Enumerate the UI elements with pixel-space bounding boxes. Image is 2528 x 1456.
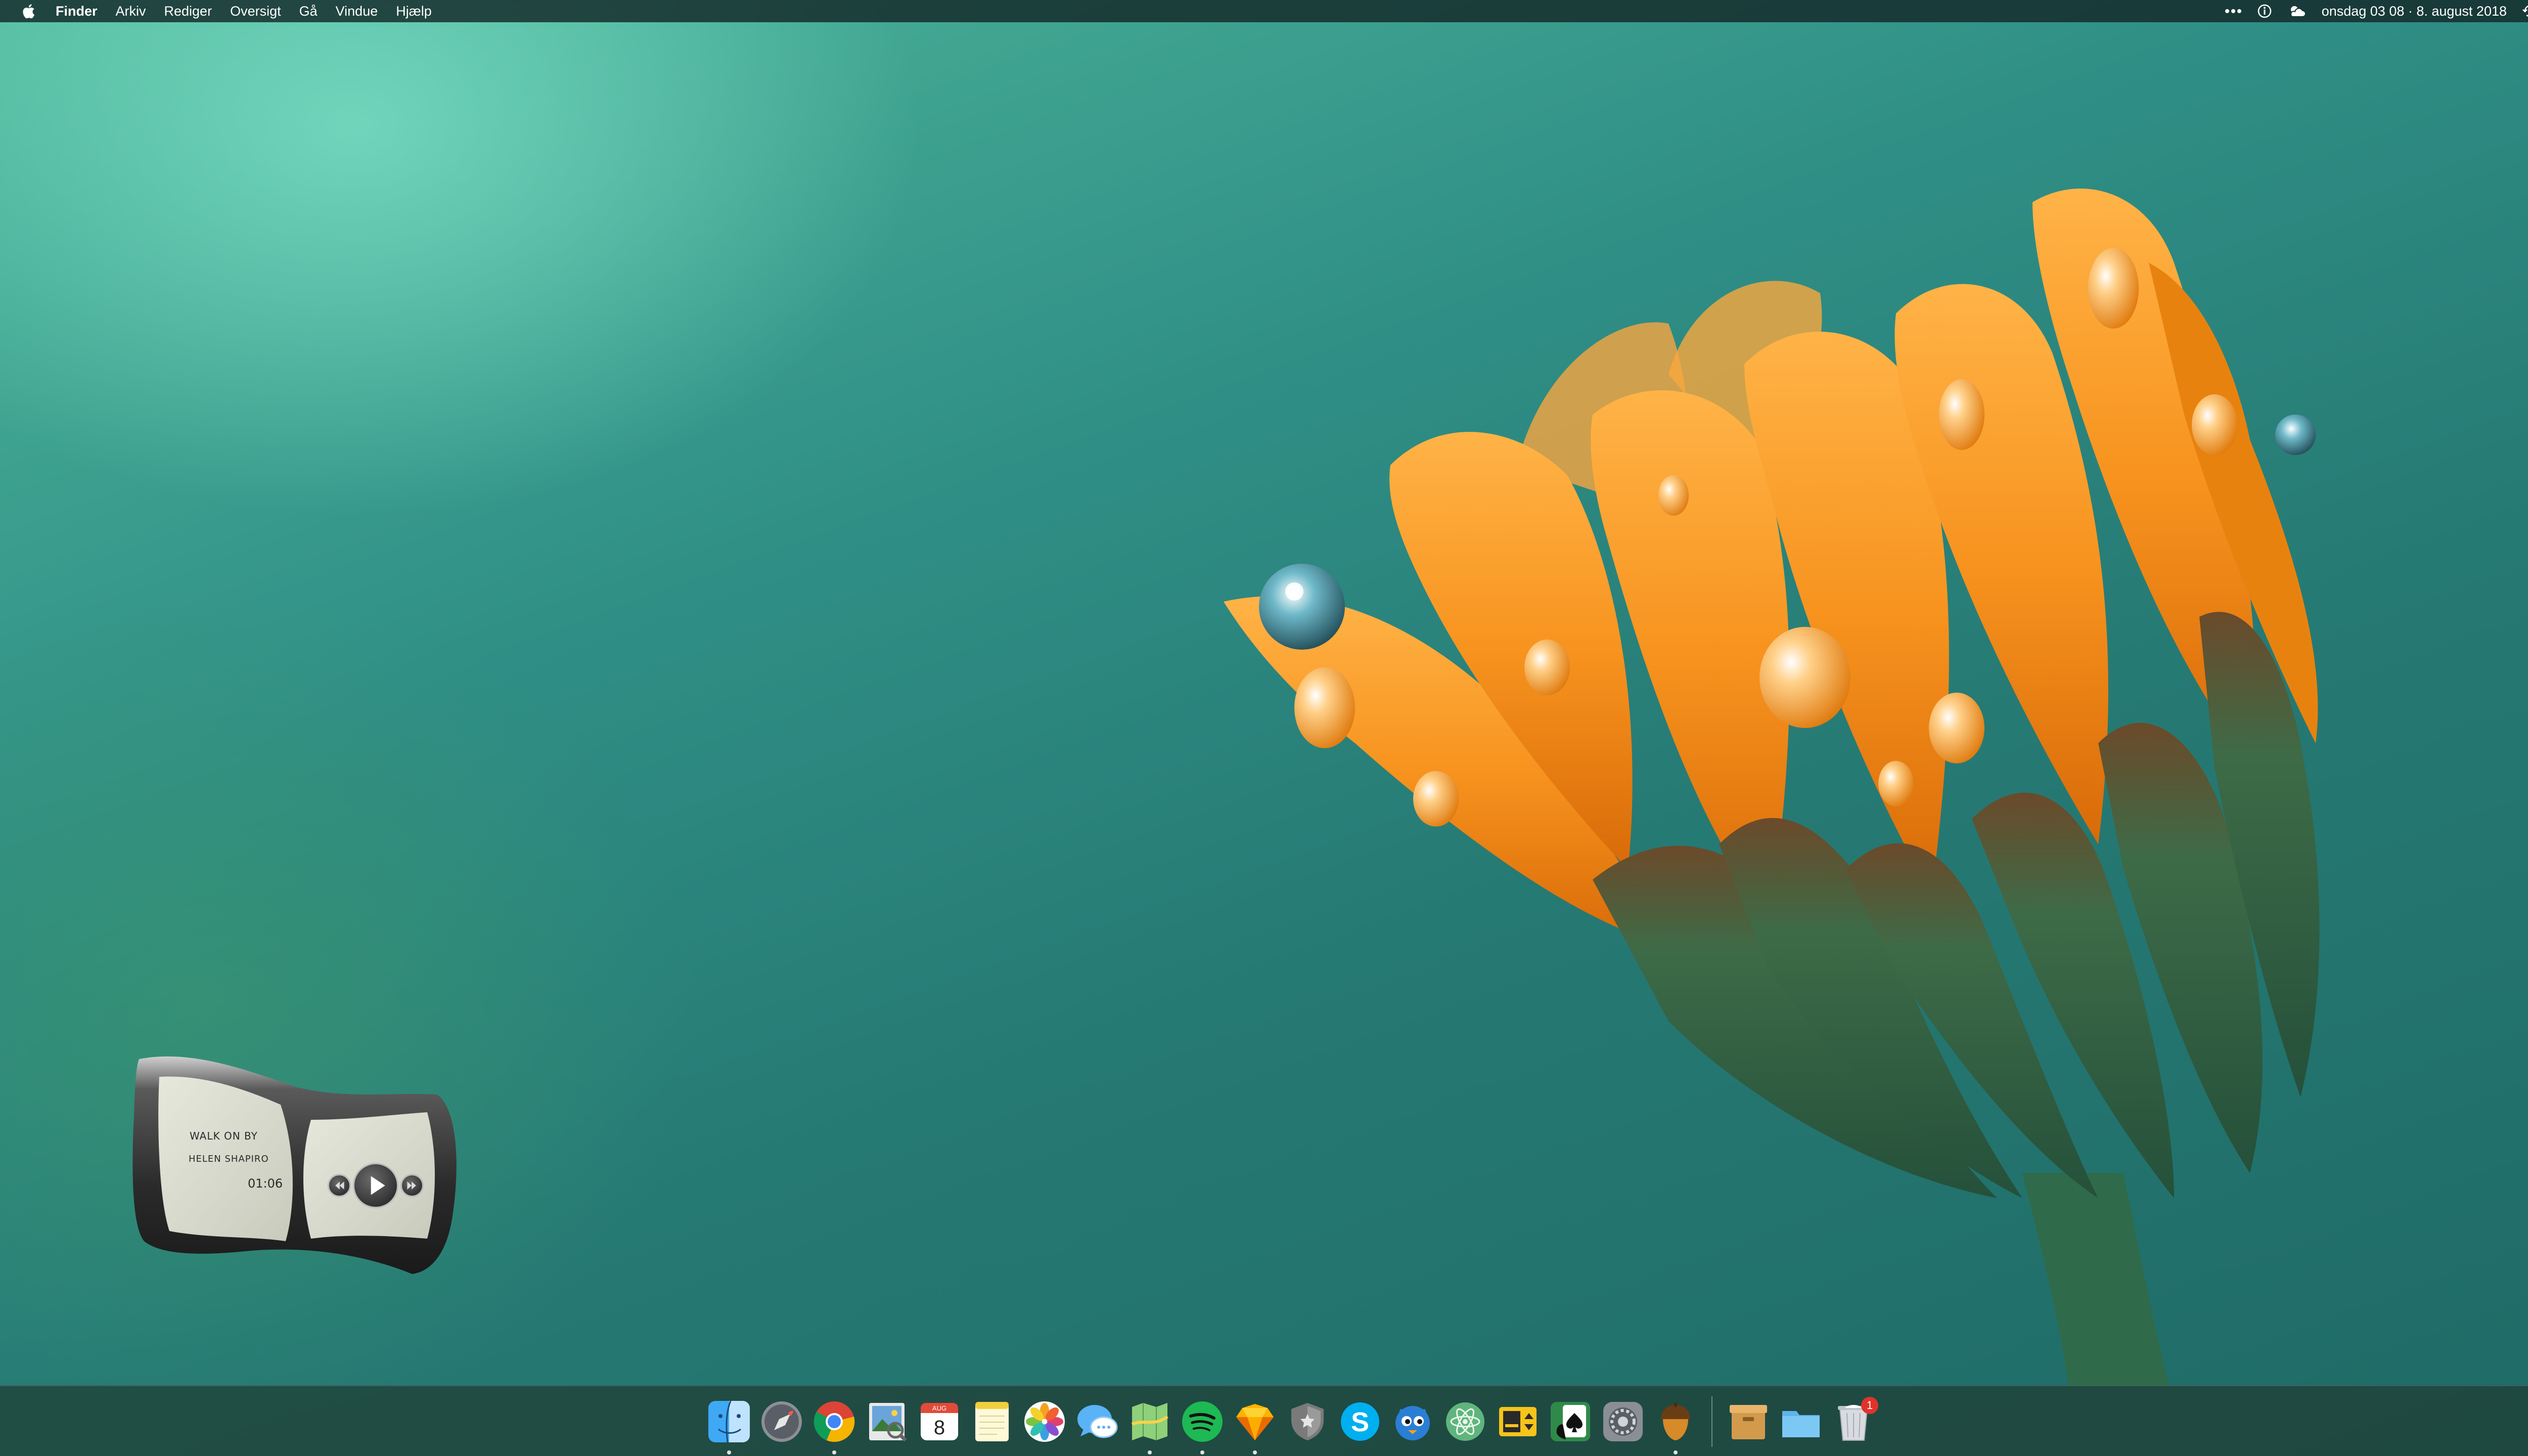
more-dots-icon[interactable] [2225, 9, 2242, 14]
spotify-icon[interactable] [1180, 1399, 1225, 1454]
chrome-icon[interactable] [811, 1399, 857, 1454]
acorn-icon[interactable] [1653, 1399, 1698, 1454]
dock-separator [1711, 1396, 1712, 1447]
menu-rediger[interactable]: Rediger [164, 0, 212, 22]
play-icon [371, 1176, 385, 1195]
security-shield-icon[interactable] [1285, 1399, 1330, 1444]
info-icon[interactable] [2257, 4, 2272, 19]
sketch-icon[interactable] [1232, 1399, 1278, 1454]
messages-icon[interactable] [1074, 1399, 1120, 1444]
widget-time: 01:06 [248, 1176, 283, 1191]
tweetbot-icon[interactable] [1390, 1399, 1435, 1444]
apple-logo-icon[interactable] [20, 3, 35, 20]
launchpad-icon[interactable] [759, 1399, 804, 1444]
menu-vindue[interactable]: Vindue [336, 0, 378, 22]
calendar-icon[interactable]: AUG 8 [917, 1399, 962, 1444]
transmit-icon[interactable] [1495, 1399, 1541, 1444]
calendar-month: AUG [932, 1404, 946, 1412]
menu-oversigt[interactable]: Oversigt [230, 0, 281, 22]
widget-artist: HELEN SHAPIRO [189, 1154, 269, 1164]
folder-icon[interactable] [1778, 1399, 1824, 1444]
menu-hjaelp[interactable]: Hjælp [396, 0, 432, 22]
finder-icon[interactable] [706, 1399, 752, 1454]
clock-date[interactable]: onsdag 03 08 · 8. august 2018 [2322, 0, 2507, 22]
fast-forward-icon [407, 1181, 416, 1190]
wallpaper-flower [1224, 189, 2320, 1385]
system-preferences-icon[interactable] [1600, 1399, 1646, 1444]
photos-icon[interactable] [1022, 1399, 1067, 1444]
running-indicator [1200, 1450, 1204, 1454]
menu-bar-right: onsdag 03 08 · 8. august 2018 [2209, 0, 2528, 22]
running-indicator [727, 1450, 731, 1454]
archive-box-icon[interactable] [1726, 1399, 1771, 1444]
running-indicator [1674, 1450, 1678, 1454]
desktop[interactable]: Finder Arkiv Rediger Oversigt Gå Vindue … [0, 0, 2528, 1456]
calendar-day: 8 [934, 1417, 945, 1439]
widget-frame [132, 1056, 457, 1274]
next-track-button[interactable] [400, 1174, 424, 1197]
menu-bar-left: Finder Arkiv Rediger Oversigt Gå Vindue … [0, 0, 450, 22]
running-indicator [832, 1450, 836, 1454]
play-button[interactable] [353, 1163, 398, 1208]
preview-icon[interactable] [864, 1399, 910, 1444]
menu-ga[interactable]: Gå [299, 0, 318, 22]
time-machine-icon[interactable] [2522, 4, 2528, 19]
menu-arkiv[interactable]: Arkiv [116, 0, 146, 22]
trash-badge: 1 [1861, 1397, 1878, 1414]
weather-icon[interactable] [2287, 4, 2307, 19]
skype-icon[interactable]: S [1337, 1399, 1383, 1444]
music-widget[interactable]: WALK ON BY HELEN SHAPIRO 01:06 [129, 1039, 463, 1277]
trash-icon[interactable]: 1 [1831, 1397, 1878, 1444]
dock-items: AUG 8 S 1 [706, 1395, 1883, 1454]
rewind-icon [335, 1181, 344, 1190]
notes-icon[interactable] [969, 1399, 1015, 1444]
menu-finder[interactable]: Finder [56, 0, 98, 22]
previous-track-button[interactable] [328, 1174, 351, 1197]
dock: AUG 8 S 1 [0, 1385, 2528, 1456]
menu-bar: Finder Arkiv Rediger Oversigt Gå Vindue … [0, 0, 2528, 22]
maps-icon[interactable] [1127, 1399, 1172, 1454]
running-indicator [1148, 1450, 1152, 1454]
atom-icon[interactable] [1442, 1399, 1488, 1444]
svg-text:S: S [1351, 1407, 1369, 1437]
running-indicator [1253, 1450, 1257, 1454]
solitaire-icon[interactable] [1548, 1399, 1593, 1444]
widget-song-title: WALK ON BY [190, 1130, 258, 1142]
